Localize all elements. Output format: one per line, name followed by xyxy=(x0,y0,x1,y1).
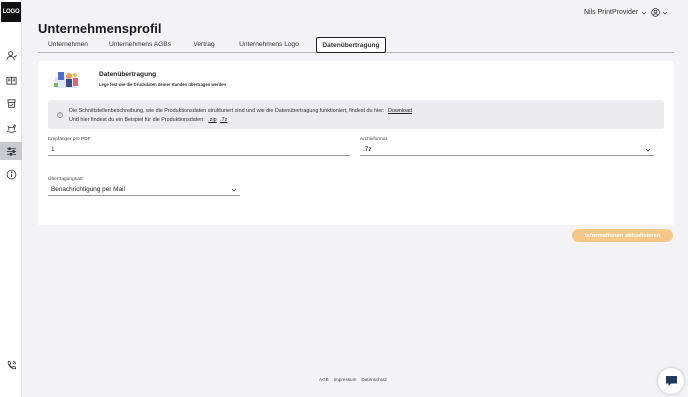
chat-icon xyxy=(665,376,677,386)
recipients-label: Empfänger pro PDF xyxy=(48,137,91,142)
account-menu[interactable] xyxy=(651,8,668,17)
tab-unternehmens-logo[interactable]: Unternehmens Logo xyxy=(234,37,304,52)
download-link[interactable]: Download xyxy=(388,108,412,114)
transfer-type-select[interactable]: Benachrichtigung per Mail xyxy=(48,184,240,196)
cup-icon[interactable] xyxy=(0,95,22,111)
user-menu[interactable]: Nils PrintProvider xyxy=(584,9,647,16)
section-subtitle: Lege fest wie die Druckdaten deiner Kund… xyxy=(99,82,227,87)
book-icon[interactable] xyxy=(0,72,22,88)
tab-unternehmen[interactable]: Unternehmen xyxy=(42,37,94,52)
section-title: Datenübertragung xyxy=(99,71,157,78)
info-line-2: Und hier findest du ein Beispiel für die… xyxy=(69,117,227,123)
info-text-2: Und hier findest du ein Beispiel für die… xyxy=(69,117,205,123)
info-icon[interactable] xyxy=(0,166,22,182)
transfer-type-value: Benachrichtigung per Mail xyxy=(51,186,125,193)
chevron-down-icon xyxy=(231,188,237,192)
footer-link-agb[interactable]: AGB xyxy=(319,377,329,382)
tab-datenuebertragung[interactable]: Datenübertragung xyxy=(316,37,386,53)
archive-format-value: .7z xyxy=(363,146,372,153)
info-line-1: Die Schnittstellenbeschreibung, wie die … xyxy=(69,108,412,114)
archive-format-select[interactable]: .7z xyxy=(360,144,654,156)
chevron-down-icon xyxy=(662,11,668,15)
footer-link-impressum[interactable]: Impressum xyxy=(334,377,357,382)
tab-unternehmens-agbs[interactable]: Unternehmens AGBs xyxy=(106,37,174,52)
footer-link-datenschutz[interactable]: Datenschutz xyxy=(361,377,387,382)
user-name: Nils PrintProvider xyxy=(584,9,639,16)
sidebar: LOGO xyxy=(0,0,22,397)
update-information-button[interactable]: Informationen aktualisieren xyxy=(572,229,673,242)
info-box: Die Schnittstellenbeschreibung, wie die … xyxy=(48,100,664,129)
recipients-field[interactable]: 1 xyxy=(48,144,350,156)
rocking-horse-icon[interactable] xyxy=(0,119,22,135)
account-icon xyxy=(651,8,660,17)
chevron-down-icon xyxy=(645,148,651,152)
chat-button[interactable] xyxy=(658,368,684,394)
7z-example-link[interactable]: .7z xyxy=(220,117,227,123)
sliders-icon[interactable] xyxy=(0,142,22,160)
tab-bar: Unternehmen Unternehmens AGBs Vertrag Un… xyxy=(38,37,674,53)
company-logo[interactable]: LOGO xyxy=(1,2,21,22)
recipients-value: 1 xyxy=(51,146,55,153)
users-icon[interactable] xyxy=(0,47,22,63)
data-transfer-card: Datenübertragung Lege fest wie die Druck… xyxy=(38,61,674,225)
chevron-down-icon xyxy=(641,11,647,15)
info-circle-icon xyxy=(57,112,63,118)
zip-example-link[interactable]: .zip xyxy=(208,117,216,123)
info-text-1: Die Schnittstellenbeschreibung, wie die … xyxy=(69,108,385,114)
tab-vertrag[interactable]: Vertrag xyxy=(188,37,220,52)
phone-icon[interactable] xyxy=(0,357,22,373)
footer: AGB Impressum Datenschutz xyxy=(319,377,387,382)
page-title: Unternehmensprofil xyxy=(38,21,162,36)
transfer-type-label: Übertragungsart xyxy=(48,177,83,182)
archive-format-label: Archivformat xyxy=(360,137,387,142)
data-transfer-illustration xyxy=(54,72,78,88)
